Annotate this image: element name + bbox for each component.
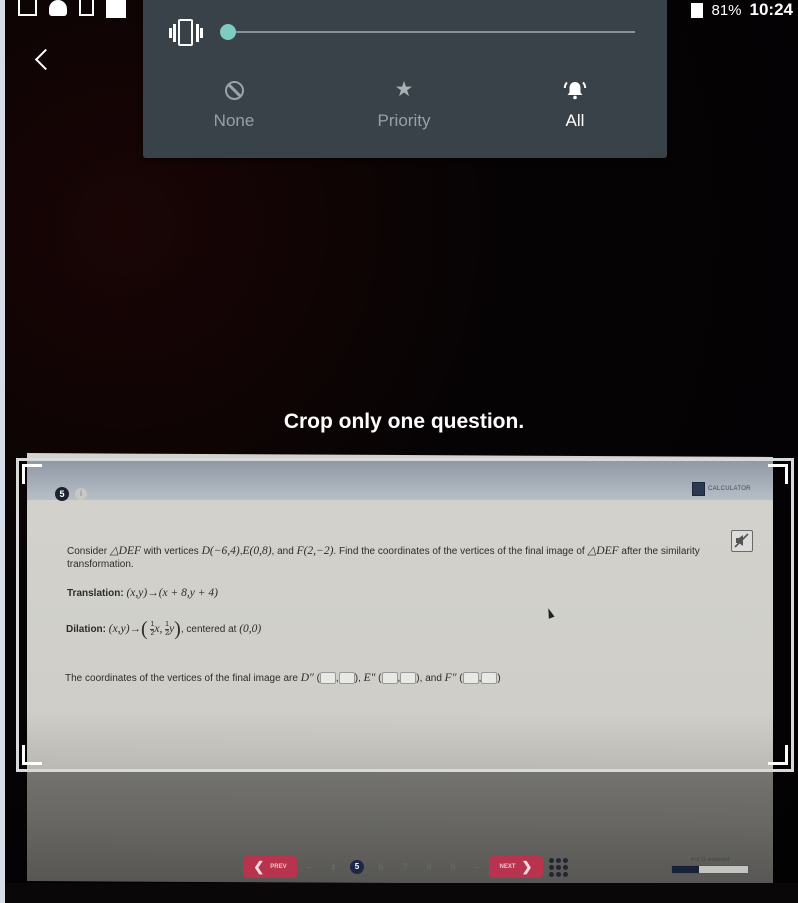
gallery-icon (79, 0, 94, 16)
star-icon: ★ (394, 78, 414, 101)
question-pager: ❮ PREV – 4 5 6 7 8 9 – NEXT ❯ (243, 856, 568, 878)
question-grid-icon[interactable] (549, 857, 568, 877)
mode-priority[interactable]: ★ Priority (344, 78, 464, 131)
crop-handle-bottom-left[interactable] (22, 745, 42, 765)
prev-button[interactable]: ❮ PREV (243, 856, 297, 878)
crop-frame[interactable] (16, 458, 794, 772)
progress-bar (671, 865, 749, 874)
page-link[interactable]: 8 (417, 862, 441, 872)
mode-none-label: None (213, 111, 255, 130)
bell-ringing-icon (563, 81, 587, 100)
white-square-icon (106, 0, 126, 18)
page-link[interactable]: 6 (369, 862, 393, 872)
mode-all-label: All (565, 111, 585, 130)
progress-label: 4 of 11 answered (691, 857, 729, 863)
volume-panel: None ★ Priority All (143, 0, 667, 158)
volume-slider-thumb[interactable] (220, 24, 236, 40)
prev-label: PREV (270, 864, 287, 870)
pager-ellipsis: – (306, 862, 312, 872)
answered-progress: 4 of 11 answered (671, 857, 749, 874)
pager-ellipsis: – (474, 862, 480, 872)
volume-slider-track[interactable] (229, 31, 635, 33)
mode-all[interactable]: All (515, 78, 635, 131)
crop-handle-bottom-right[interactable] (768, 745, 788, 765)
mode-priority-label: Priority (377, 111, 431, 130)
page-link[interactable]: 7 (393, 862, 417, 872)
snapchat-icon (49, 0, 67, 16)
laptop-bezel (5, 883, 798, 903)
battery-percent: 81% (711, 1, 742, 19)
back-button[interactable] (30, 44, 54, 74)
crop-hint-text: Crop only one question. (283, 410, 525, 433)
page-link-current[interactable]: 5 (350, 860, 364, 874)
clock: 10:24 (749, 0, 793, 19)
vibrate-icon[interactable] (168, 19, 204, 47)
mode-none[interactable]: None (174, 78, 294, 131)
page-link[interactable]: 9 (441, 862, 465, 872)
battery-icon (691, 2, 704, 18)
next-button[interactable]: NEXT ❯ (489, 856, 543, 878)
next-label: NEXT (499, 864, 516, 870)
crop-handle-top-right[interactable] (768, 464, 788, 484)
none-icon (224, 80, 244, 100)
chevron-right-icon: ❯ (521, 859, 533, 874)
gmail-icon (18, 0, 37, 16)
progress-fill (672, 866, 700, 873)
page-link[interactable]: 4 (321, 862, 345, 872)
chevron-left-icon: ❮ (253, 859, 265, 874)
crop-handle-top-left[interactable] (22, 464, 42, 484)
